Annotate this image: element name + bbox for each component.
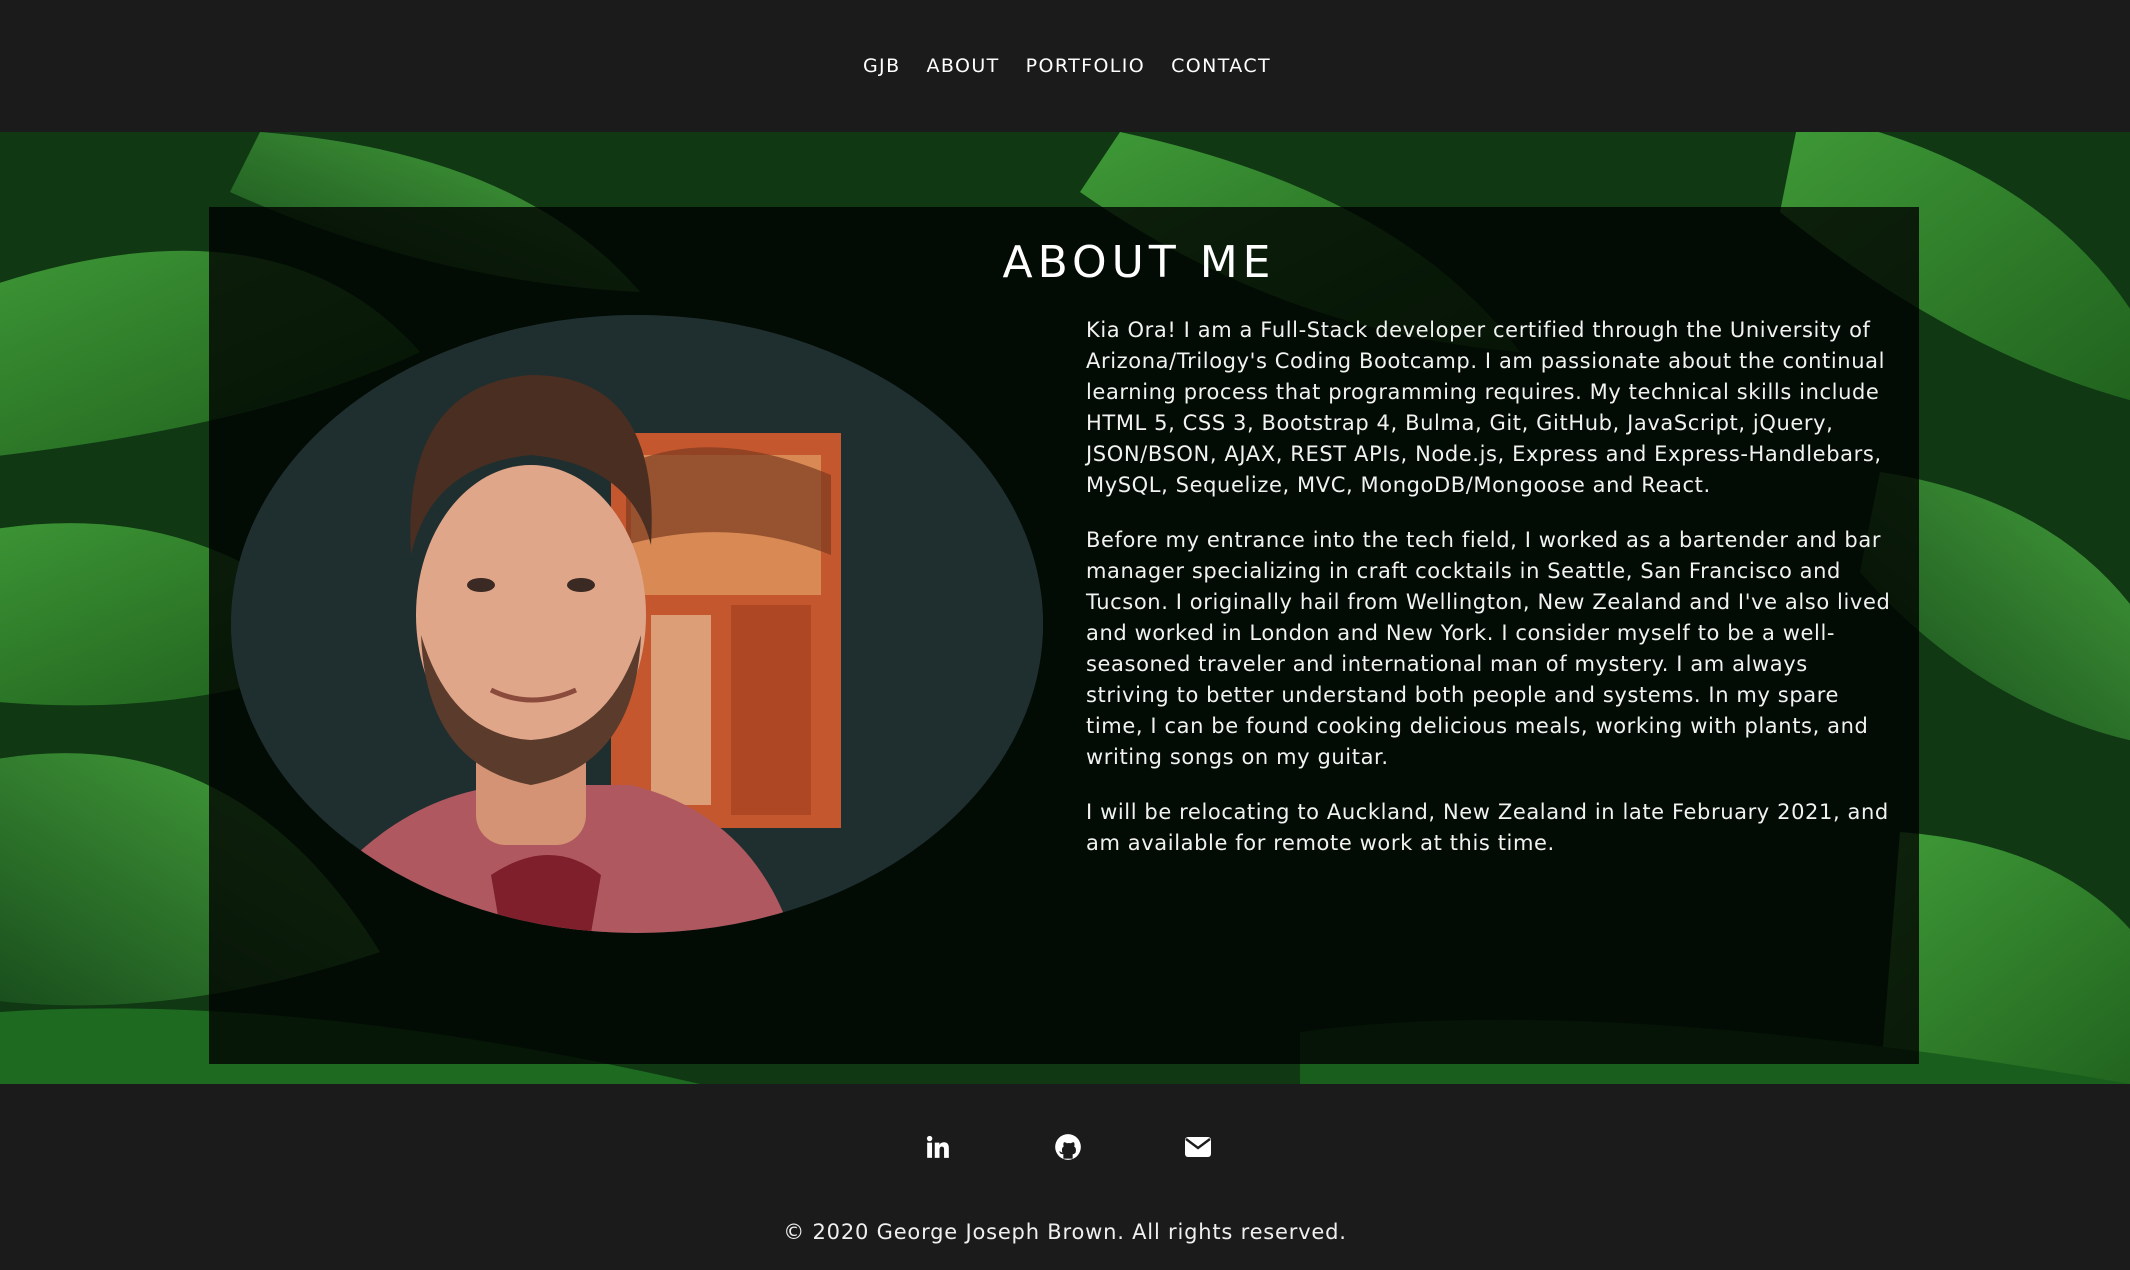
nav-item-about: ABOUT bbox=[927, 55, 1000, 77]
top-navbar: GJB ABOUT PORTFOLIO CONTACT bbox=[0, 0, 2130, 132]
github-link[interactable] bbox=[1053, 1132, 1083, 1162]
bio-paragraph-relocation: I will be relocating to Auckland, New Ze… bbox=[1086, 800, 1889, 855]
linkedin-icon bbox=[926, 1135, 949, 1158]
nav-menu: GJB ABOUT PORTFOLIO CONTACT bbox=[859, 55, 1271, 77]
email-link[interactable] bbox=[1183, 1132, 1213, 1162]
nav-link-gjb[interactable]: GJB bbox=[863, 55, 901, 77]
page-footer: © 2020 George Joseph Brown. All rights r… bbox=[0, 1084, 2130, 1270]
nav-link-about[interactable]: ABOUT bbox=[927, 55, 1000, 77]
envelope-icon bbox=[1185, 1137, 1211, 1157]
about-section: ABOUT ME Kia Ora! I am a Full-Stack deve… bbox=[0, 132, 2130, 1084]
about-card: ABOUT ME Kia Ora! I am a Full-Stack deve… bbox=[209, 207, 1919, 1064]
social-links bbox=[0, 1132, 2130, 1162]
profile-photo bbox=[231, 315, 1043, 933]
nav-link-contact[interactable]: CONTACT bbox=[1171, 55, 1271, 77]
nav-item-contact: CONTACT bbox=[1171, 55, 1271, 77]
github-icon bbox=[1055, 1134, 1081, 1160]
bio-paragraph-background: Before my entrance into the tech field, … bbox=[1086, 528, 1891, 769]
about-bio: Kia Ora! I am a Full-Stack developer cer… bbox=[1086, 315, 1896, 883]
about-heading: ABOUT ME bbox=[1002, 237, 1276, 288]
linkedin-link[interactable] bbox=[923, 1132, 953, 1162]
copyright-text: © 2020 George Joseph Brown. All rights r… bbox=[783, 1220, 1347, 1244]
nav-link-portfolio[interactable]: PORTFOLIO bbox=[1026, 55, 1145, 77]
nav-item-portfolio: PORTFOLIO bbox=[1026, 55, 1145, 77]
nav-item-brand: GJB bbox=[863, 55, 901, 77]
profile-portrait-image bbox=[231, 315, 1043, 933]
bio-paragraph-skills: Kia Ora! I am a Full-Stack developer cer… bbox=[1086, 318, 1886, 497]
